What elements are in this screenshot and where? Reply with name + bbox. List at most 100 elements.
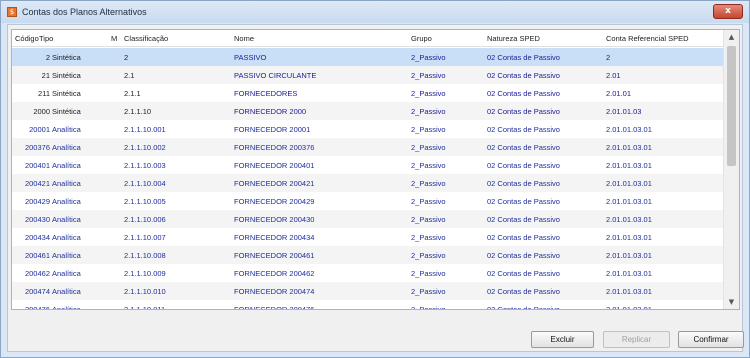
header-classificacao[interactable]: Classificação <box>124 34 168 43</box>
cell-natureza: 02 Contas de Passivo <box>487 89 560 98</box>
cell-nome: PASSIVO <box>234 53 267 62</box>
cell-grupo: 2_Passivo <box>411 287 446 296</box>
cell-nome: FORNECEDOR 200376 <box>234 143 315 152</box>
cell-conta-referencial: 2.01 <box>606 71 621 80</box>
cell-natureza: 02 Contas de Passivo <box>487 269 560 278</box>
cell-conta-referencial: 2.01.01.03.01 <box>606 143 652 152</box>
cell-natureza: 02 Contas de Passivo <box>487 107 560 116</box>
cell-grupo: 2_Passivo <box>411 89 446 98</box>
cell-conta-referencial: 2.01.01.03.01 <box>606 125 652 134</box>
cell-tipo: Sintética <box>52 53 81 62</box>
cell-tipo: Analítica <box>52 269 81 278</box>
cell-conta-referencial: 2.01.01 <box>606 89 632 98</box>
cell-codigo: 200430 <box>24 215 50 224</box>
cell-tipo: Analítica <box>52 197 81 206</box>
close-button[interactable]: x <box>713 4 743 19</box>
cell-conta-referencial: 2.01.01.03.01 <box>606 233 652 242</box>
cell-grupo: 2_Passivo <box>411 233 446 242</box>
cell-conta-referencial: 2.01.01.03.01 <box>606 197 652 206</box>
table-row[interactable]: 200429 Analítica 2.1.1.10.005 FORNECEDOR 20… <box>12 192 724 210</box>
cell-tipo: Analítica <box>52 125 81 134</box>
cell-tipo: Analítica <box>52 287 81 296</box>
cell-natureza: 02 Contas de Passivo <box>487 179 560 188</box>
cell-natureza: 02 Contas de Passivo <box>487 305 560 310</box>
cell-conta-referencial: 2.01.01.03.01 <box>606 287 652 296</box>
table-row[interactable]: 200462 Analítica 2.1.1.10.009 FORNECEDOR 20… <box>12 264 724 282</box>
cell-classificacao: 2.1.1.10.007 <box>124 233 166 242</box>
table-row[interactable]: 200430 Analítica 2.1.1.10.006 FORNECEDOR 20… <box>12 210 724 228</box>
table-row[interactable]: 21 Sintética 2.1 PASSIVO CIRCULANTE 2_Passiv… <box>12 66 724 84</box>
cell-nome: FORNECEDOR 200461 <box>234 251 315 260</box>
header-m[interactable]: M <box>111 34 117 43</box>
table-row[interactable]: 200376 Analítica 2.1.1.10.002 FORNECEDOR 20… <box>12 138 724 156</box>
excluir-button[interactable]: Excluir <box>531 331 594 348</box>
cell-codigo: 200401 <box>24 161 50 170</box>
cell-nome: FORNECEDOR 200434 <box>234 233 315 242</box>
scroll-down-arrow-icon[interactable]: ▼ <box>724 295 739 309</box>
scrollbar-thumb[interactable] <box>727 46 736 166</box>
cell-codigo: 200462 <box>24 269 50 278</box>
confirmar-button[interactable]: Confirmar <box>678 331 744 348</box>
cell-tipo: Analítica <box>52 215 81 224</box>
vertical-scrollbar[interactable]: ▲ ▼ <box>723 30 739 309</box>
cell-classificacao: 2.1.1.10.004 <box>124 179 166 188</box>
table-row[interactable]: 200421 Analítica 2.1.1.10.004 FORNECEDOR 20… <box>12 174 724 192</box>
cell-nome: FORNECEDOR 200401 <box>234 161 315 170</box>
header-conta-referencial[interactable]: Conta Referencial SPED <box>606 34 689 43</box>
dialog-body: Código Tipo M Classificação Nome Grupo N… <box>7 24 744 352</box>
cell-nome: FORNECEDORES <box>234 89 298 98</box>
table-row[interactable]: 200474 Analítica 2.1.1.10.010 FORNECEDOR 20… <box>12 282 724 300</box>
cell-tipo: Sintética <box>52 107 81 116</box>
cell-codigo: 21 <box>41 71 50 80</box>
cell-natureza: 02 Contas de Passivo <box>487 287 560 296</box>
cell-nome: FORNECEDOR 200430 <box>234 215 315 224</box>
app-icon: $ <box>7 7 17 17</box>
cell-codigo: 200476 <box>24 305 50 310</box>
cell-conta-referencial: 2.01.01.03.01 <box>606 161 652 170</box>
table-row[interactable]: 200461 Analítica 2.1.1.10.008 FORNECEDOR 20… <box>12 246 724 264</box>
cell-codigo: 200434 <box>24 233 50 242</box>
cell-conta-referencial: 2.01.01.03.01 <box>606 305 652 310</box>
cell-natureza: 02 Contas de Passivo <box>487 71 560 80</box>
cell-codigo: 200376 <box>24 143 50 152</box>
cell-codigo: 200461 <box>24 251 50 260</box>
header-natureza[interactable]: Natureza SPED <box>487 34 540 43</box>
cell-codigo: 200429 <box>24 197 50 206</box>
cell-grupo: 2_Passivo <box>411 161 446 170</box>
cell-grupo: 2_Passivo <box>411 53 446 62</box>
header-grupo[interactable]: Grupo <box>411 34 432 43</box>
scroll-up-arrow-icon[interactable]: ▲ <box>724 30 739 44</box>
cell-classificacao: 2.1.1 <box>124 89 141 98</box>
cell-nome: FORNECEDOR 2000 <box>234 107 307 116</box>
close-icon: x <box>725 6 731 16</box>
table-row[interactable]: 2 Sintética 2 PASSIVO 2_Passivo 02 Contas de … <box>12 48 724 66</box>
table-row[interactable]: 211 Sintética 2.1.1 FORNECEDORES 2_Passivo 02… <box>12 84 724 102</box>
table-row[interactable]: 20001 Analítica 2.1.1.10.001 FORNECEDOR 200… <box>12 120 724 138</box>
cell-conta-referencial: 2.01.01.03.01 <box>606 251 652 260</box>
cell-natureza: 02 Contas de Passivo <box>487 125 560 134</box>
cell-natureza: 02 Contas de Passivo <box>487 143 560 152</box>
table-row[interactable]: 2000 Sintética 2.1.1.10 FORNECEDOR 2000 2_Pa… <box>12 102 724 120</box>
cell-nome: FORNECEDOR 200421 <box>234 179 315 188</box>
cell-conta-referencial: 2 <box>606 53 611 62</box>
header-nome[interactable]: Nome <box>234 34 254 43</box>
table-row[interactable]: 200434 Analítica 2.1.1.10.007 FORNECEDOR 20… <box>12 228 724 246</box>
table-row[interactable]: 200401 Analítica 2.1.1.10.003 FORNECEDOR 20… <box>12 156 724 174</box>
cell-nome: PASSIVO CIRCULANTE <box>234 71 317 80</box>
cell-classificacao: 2.1.1.10.003 <box>124 161 166 170</box>
header-tipo[interactable]: Tipo <box>39 34 53 43</box>
cell-tipo: Analítica <box>52 143 81 152</box>
cell-codigo: 211 <box>38 89 50 98</box>
cell-conta-referencial: 2.01.01.03.01 <box>606 269 652 278</box>
title-bar[interactable]: $ Contas dos Planos Alternativos x <box>1 1 749 23</box>
header-codigo[interactable]: Código <box>15 34 39 43</box>
window: $ Contas dos Planos Alternativos x Códig… <box>0 0 750 358</box>
cell-natureza: 02 Contas de Passivo <box>487 197 560 206</box>
cell-codigo: 200421 <box>24 179 50 188</box>
cell-grupo: 2_Passivo <box>411 71 446 80</box>
grid-header: Código Tipo M Classificação Nome Grupo N… <box>12 30 724 47</box>
replicar-button[interactable]: Replicar <box>603 331 670 348</box>
table-row[interactable]: 200476 Analítica 2.1.1.10.011 FORNECEDOR 20… <box>12 300 724 310</box>
cell-classificacao: 2.1.1.10.008 <box>124 251 166 260</box>
accounts-grid[interactable]: Código Tipo M Classificação Nome Grupo N… <box>11 29 740 310</box>
